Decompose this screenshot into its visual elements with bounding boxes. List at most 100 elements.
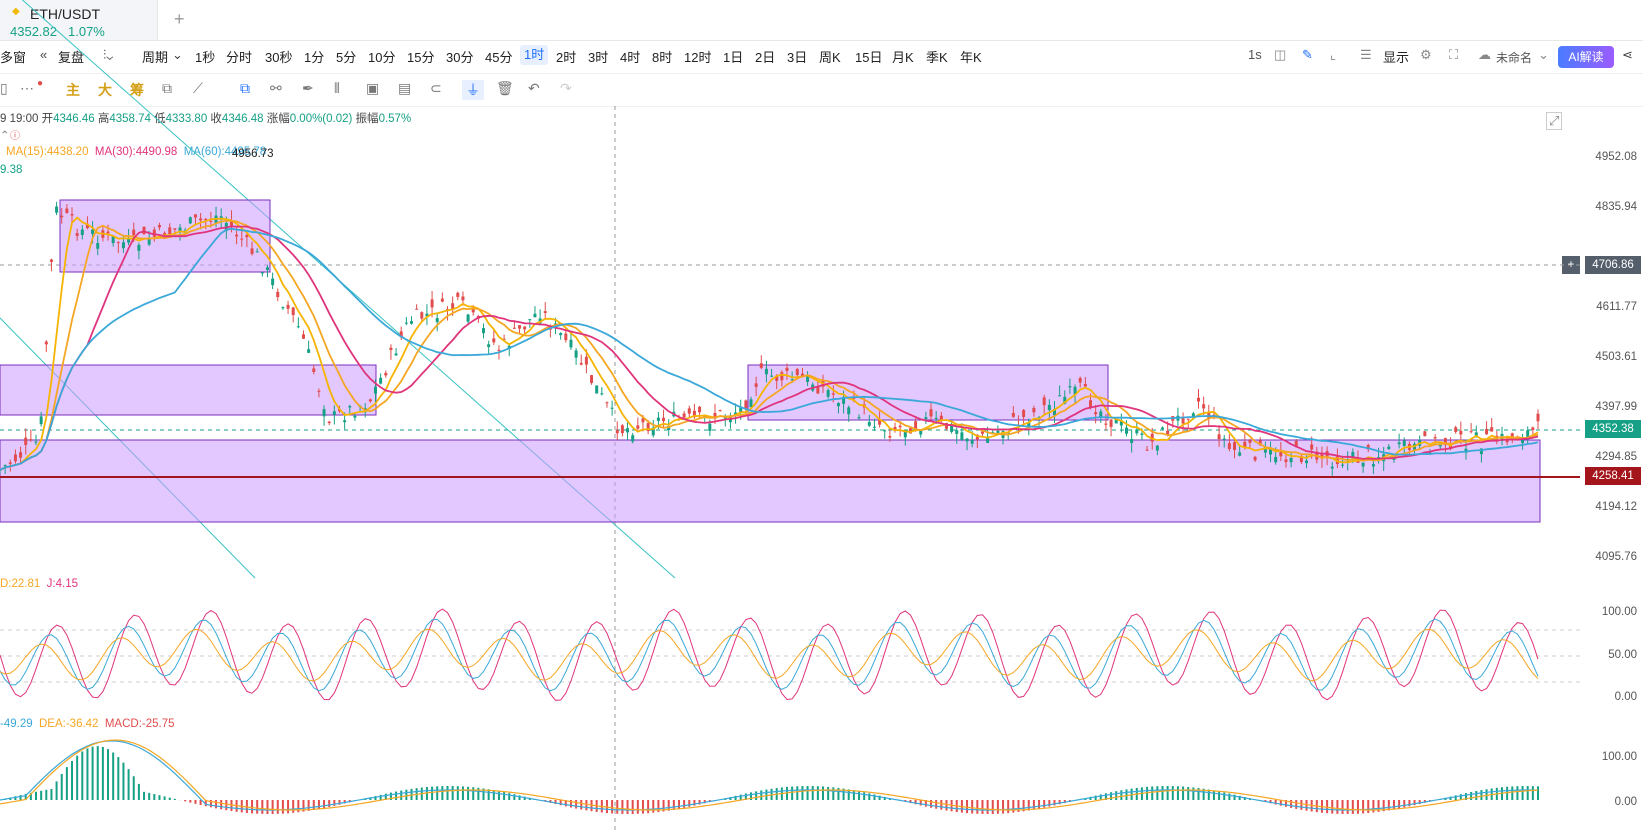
macd-bar [199,800,202,806]
candle-body [1238,452,1242,456]
macd-bar [1526,786,1529,800]
candle-body [291,307,295,316]
macd-bar [256,800,259,814]
macd-bar [1048,800,1051,807]
macd-bar [40,790,43,800]
macd-bar [1351,800,1354,814]
macd-bar [1099,794,1102,800]
macd-bar [1326,800,1329,814]
candle-body [1279,451,1283,457]
macd-bar [1511,786,1514,800]
macd-bar [1356,800,1359,814]
candle-body [1274,456,1278,463]
candle-body [620,425,624,434]
macd-bar [1038,800,1041,809]
macd-bar [395,791,398,800]
candle-body [332,411,336,415]
macd-bar [317,800,320,810]
macd-bar [65,767,68,800]
macd-bar [672,800,675,810]
candle-body [656,417,660,421]
macd-bar [1521,786,1524,800]
candle-body [1289,457,1293,463]
candle-body [1248,440,1252,443]
candle-body [379,377,383,384]
macd-bar [1192,787,1195,800]
macd-bar [328,800,331,807]
candle-body [1078,378,1082,383]
macd-bar [137,783,140,800]
candle-body [410,321,414,324]
macd-bar [1176,786,1179,800]
candle-body [744,400,748,409]
macd-bar [189,800,192,803]
candle-body [265,267,269,270]
candle-body [1469,431,1473,433]
macd-bar [1516,786,1519,800]
macd-bar [1305,800,1308,811]
candle-body [698,406,702,413]
macd-bar [287,800,290,814]
macd-bar [194,800,197,804]
candle-body [281,307,285,309]
macd-bar [436,786,439,800]
candle-body [404,322,408,324]
macd-bar [986,800,989,814]
candle-body [883,430,887,432]
macd-bar [940,800,943,810]
candle-body [75,233,79,236]
candle-body [1387,446,1391,450]
macd-bar [503,792,506,800]
candle-body [579,362,583,365]
macd-bar [266,800,269,814]
macd-bar [1218,791,1221,800]
macd-bar [1187,786,1190,800]
candle-body [595,385,599,394]
candle-body [317,390,321,392]
macd-bar [153,794,156,800]
macd-bar [1171,786,1174,800]
macd-bar [1300,800,1303,810]
candle-body [965,438,969,442]
candle-body [39,416,43,425]
candle-body [590,375,594,383]
macd-bar [323,800,326,809]
macd-bar [456,786,459,800]
candle-body [348,406,352,408]
candle-body [13,454,17,462]
candle-body [1233,442,1237,451]
candle-body [1197,397,1201,402]
macd-bar [1372,800,1375,813]
candle-body [1459,430,1463,435]
candle-body [235,234,239,237]
macd-bar [143,791,146,800]
macd-bar [101,746,104,800]
candle-body [173,228,177,230]
candle-body [1011,412,1015,417]
macd-bar [811,786,814,800]
macd-bar [1341,800,1344,814]
candle-body [276,291,280,298]
candle-body [872,426,876,428]
macd-bar [765,789,768,800]
candle-body [487,344,491,348]
macd-bar [1403,800,1406,808]
candle-body [168,227,172,234]
macd-bar [1475,791,1478,800]
candle-body [435,318,439,323]
macd-bar [513,794,516,800]
candle-body [898,425,902,428]
candle-body [631,435,635,442]
candle-body [1124,427,1128,434]
macd-bar [996,800,999,814]
candle-body [718,410,722,412]
price-chart[interactable] [0,0,1643,834]
macd-bar [1531,786,1534,800]
candle-body [934,417,938,419]
candle-body [353,415,357,418]
candle-body [1510,433,1514,437]
macd-bar [173,798,176,800]
macd-bar [1331,800,1334,814]
kdj-line [0,608,1539,701]
candle-body [1253,456,1257,461]
